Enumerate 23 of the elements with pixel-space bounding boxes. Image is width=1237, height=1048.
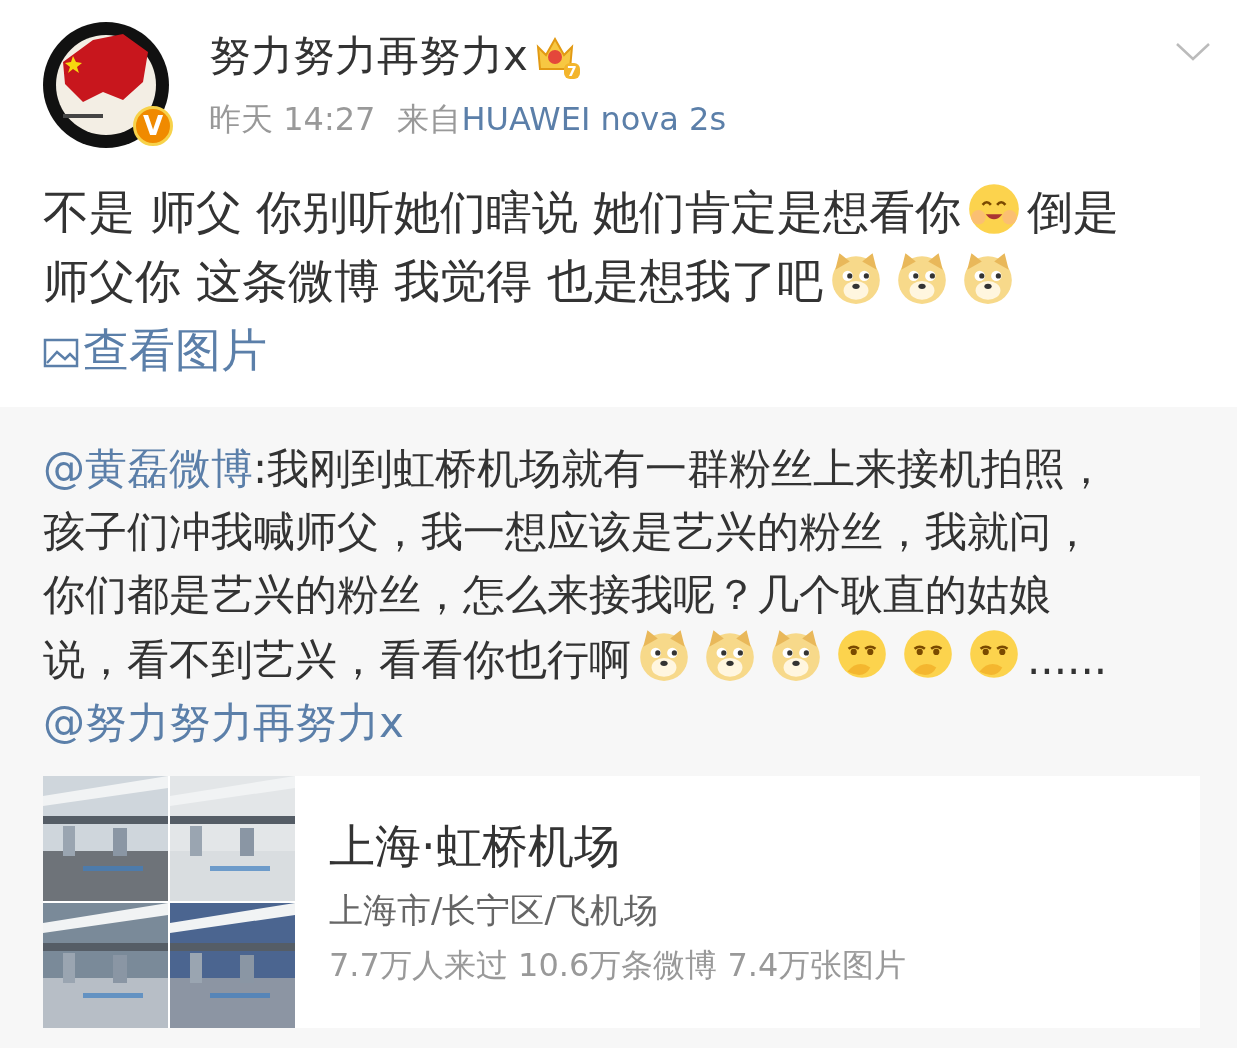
place-title: 上海·虹桥机场 — [329, 818, 621, 875]
vip-level: 7 — [564, 63, 580, 79]
place-card[interactable]: 上海·虹桥机场 上海市/长宁区/飞机场 7.7万人来过 10.6万条微博 7.4万张图片 — [43, 776, 1200, 1028]
source-link[interactable]: HUAWEI nova 2s — [461, 100, 727, 138]
post-text: ...... — [1027, 635, 1108, 684]
post-text: 你们都是艺兴的粉丝，怎么来接我呢？几个耿直的姑娘 — [43, 570, 1051, 619]
chevron-down-icon[interactable] — [1175, 42, 1211, 62]
view-picture-link[interactable]: 查看图片 — [43, 323, 267, 377]
post-text: :我刚到虹桥机场就有一群粉丝上来接机拍照， — [253, 444, 1108, 493]
post-text: 孩子们冲我喊师父，我一想应该是艺兴的粉丝，我就问， — [43, 507, 1093, 556]
post-text: 说，看不到艺兴，看看你也行啊 — [43, 635, 631, 684]
mention-link[interactable]: @努力努力再努力x — [43, 698, 404, 747]
source-label: 来自 — [397, 100, 462, 138]
mention-link[interactable]: @黄磊微博 — [43, 444, 253, 493]
post-time: 昨天 14:27 — [209, 99, 376, 140]
place-stats: 7.7万人来过 10.6万条微博 7.4万张图片 — [329, 945, 907, 986]
verified-badge: V — [133, 106, 173, 146]
author-name[interactable]: 努力努力再努力x — [209, 28, 528, 84]
post-text: 师父你 这条微博 我觉得 也是想我了吧 — [43, 254, 823, 308]
place-address: 上海市/长宁区/飞机场 — [329, 889, 659, 932]
image-icon — [43, 337, 79, 369]
post-text: 不是 师父 你别听她们瞎说 她们肯定是想看你 — [43, 185, 961, 239]
post-text: 倒是 — [1026, 185, 1119, 239]
